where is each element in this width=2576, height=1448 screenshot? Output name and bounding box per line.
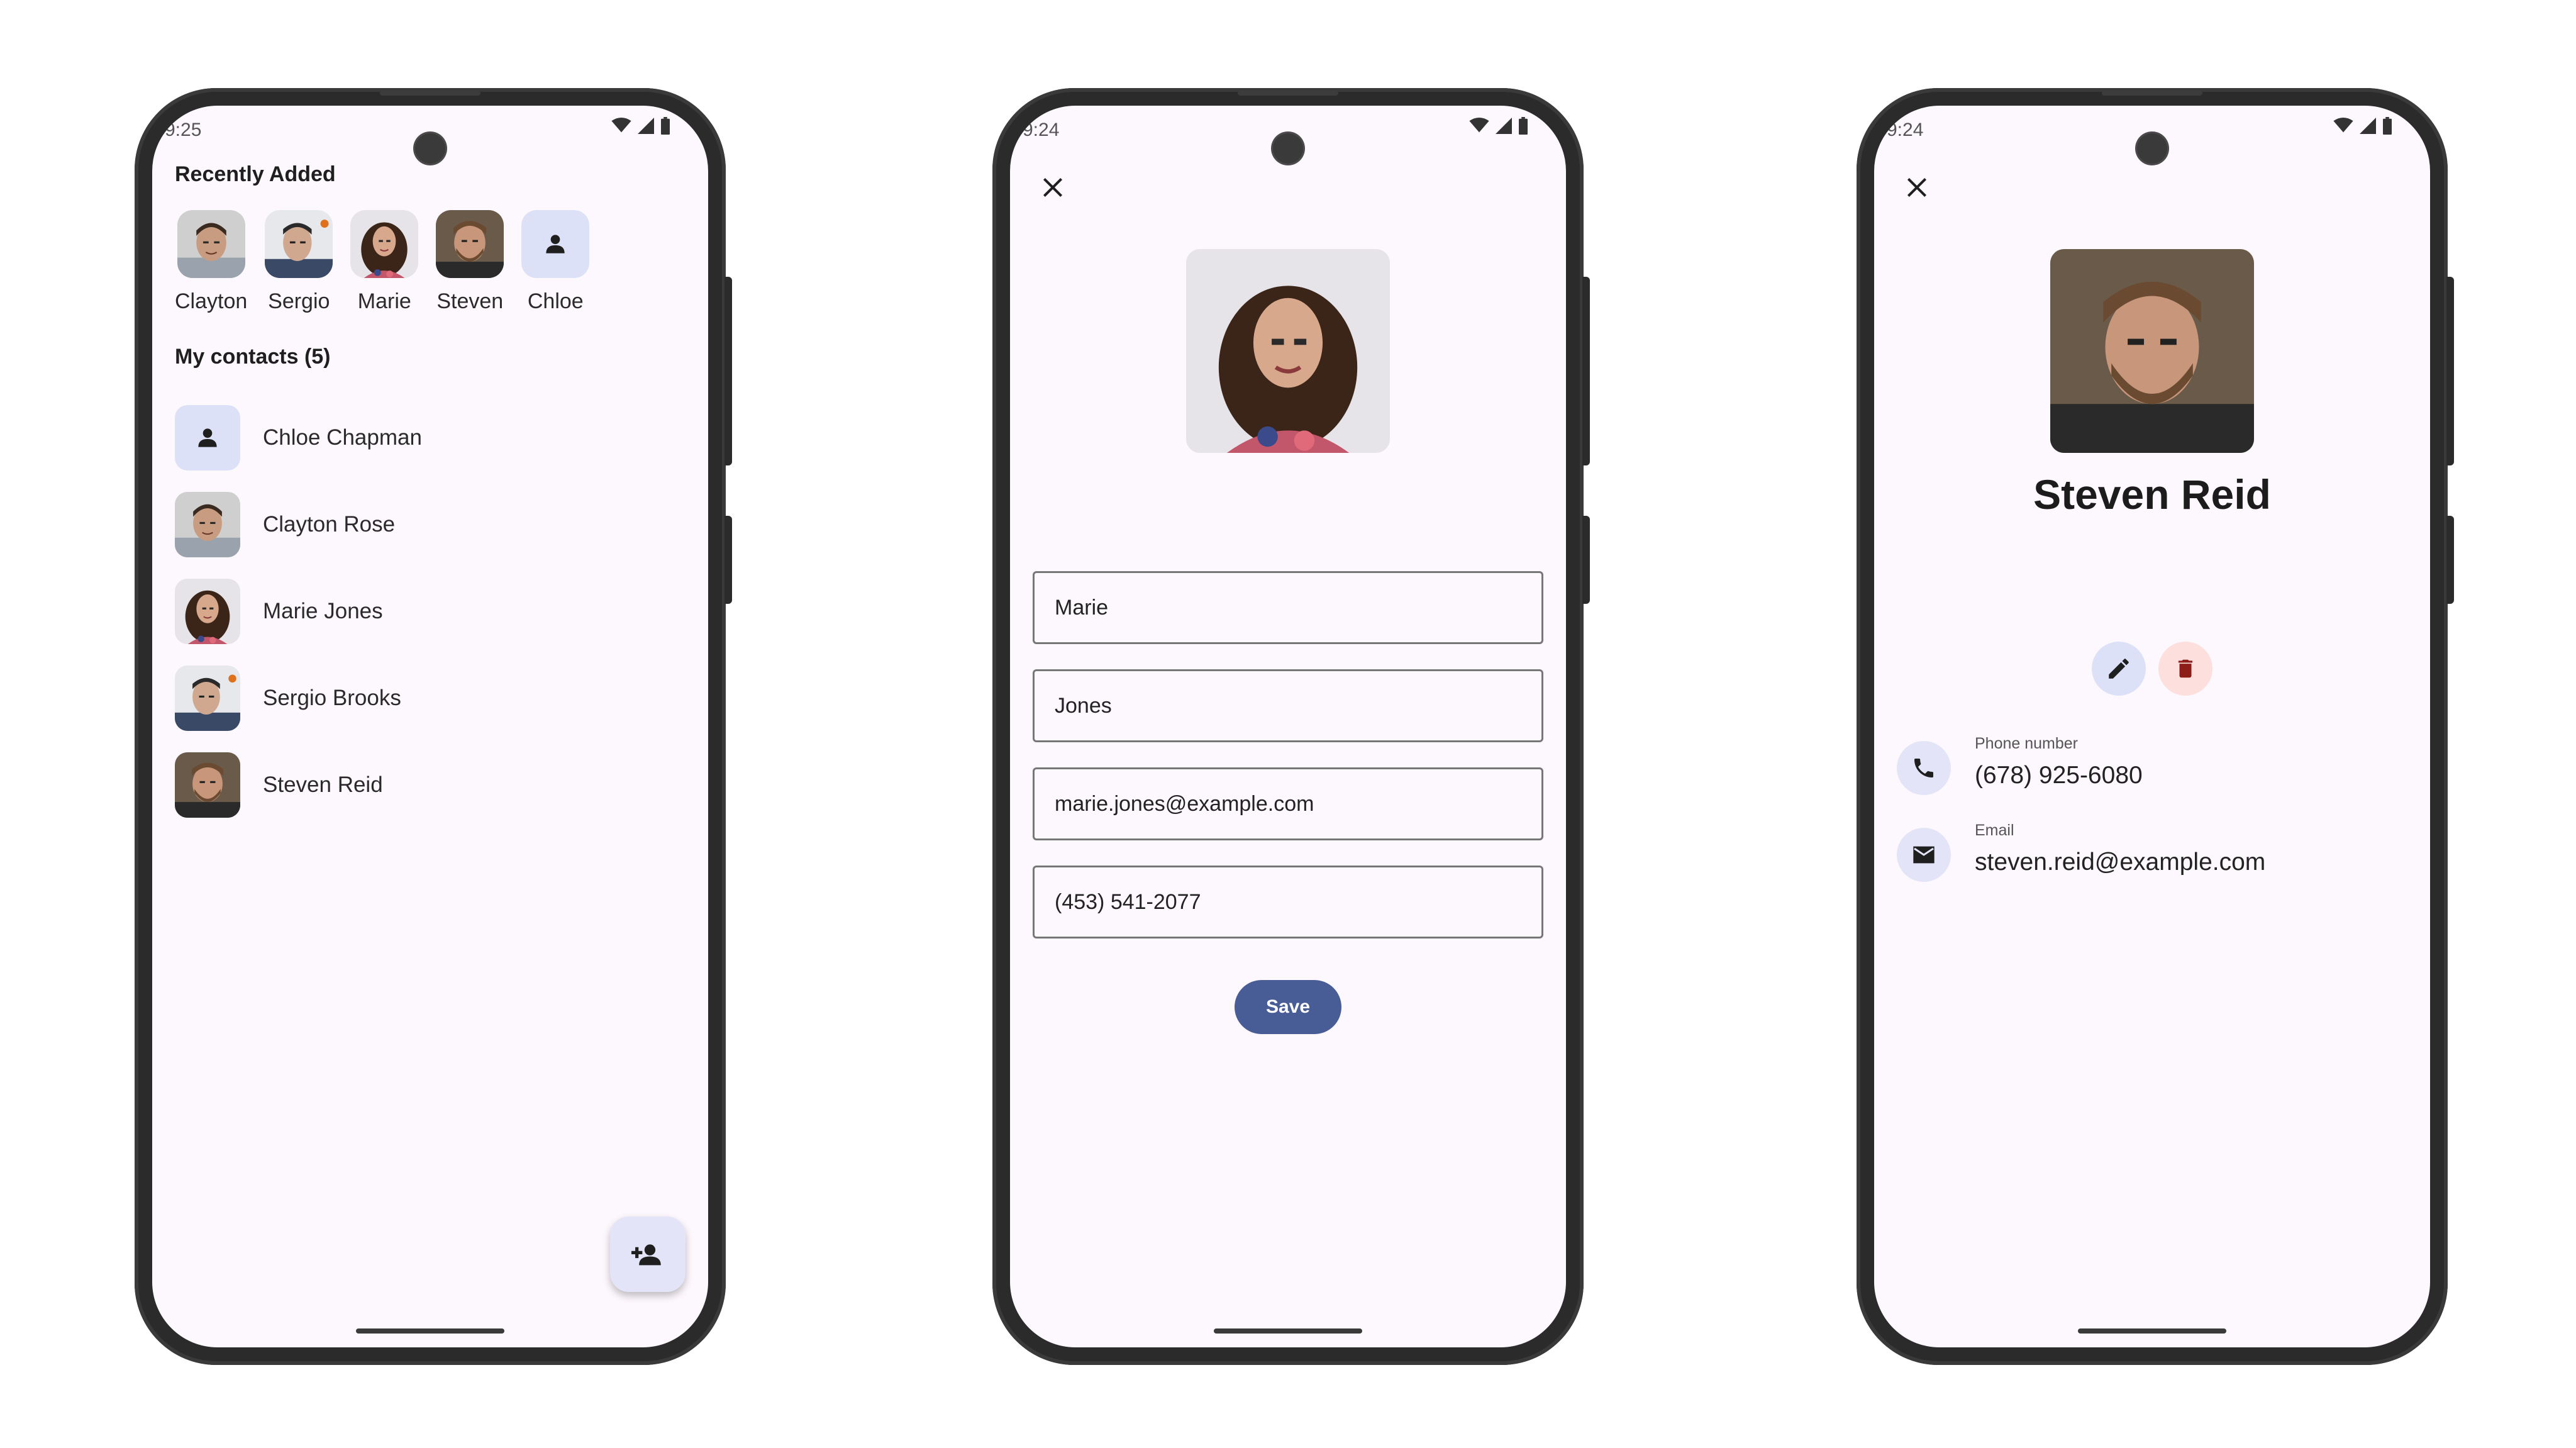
battery-icon bbox=[2383, 117, 2392, 135]
email-row[interactable]: Email steven.reid@example.com bbox=[1897, 821, 2265, 882]
contact-name: Chloe Chapman bbox=[263, 425, 422, 450]
phone-frame-contacts: 9:25 Recently Added Clayton Sergio Marie bbox=[135, 88, 732, 1365]
edit-button[interactable] bbox=[2092, 642, 2146, 696]
screen-contact-detail: 9:24 Steven Reid Phone number (678) 925-… bbox=[1874, 106, 2430, 1347]
delete-button[interactable] bbox=[2158, 642, 2212, 696]
first-name-field[interactable] bbox=[1033, 571, 1543, 644]
save-button[interactable]: Save bbox=[1235, 980, 1341, 1034]
phone-number-row[interactable]: Phone number (678) 925-6080 bbox=[1897, 735, 2143, 795]
avatar bbox=[175, 492, 240, 557]
phone-icon bbox=[1914, 759, 1933, 777]
recently-added-title: Recently Added bbox=[175, 162, 336, 186]
contact-row-sergio-brooks[interactable]: Sergio Brooks bbox=[175, 666, 401, 731]
recently-added-row: Clayton Sergio Marie Steven Chloe bbox=[175, 210, 607, 314]
phone-frame-edit: 9:24 Save bbox=[992, 88, 1590, 1365]
contact-row-marie-jones[interactable]: Marie Jones bbox=[175, 579, 383, 644]
front-camera bbox=[1273, 133, 1303, 164]
screen-contacts: 9:25 Recently Added Clayton Sergio Marie bbox=[152, 106, 708, 1347]
recent-item-chloe[interactable]: Chloe bbox=[521, 210, 590, 314]
close-icon bbox=[1907, 177, 1927, 198]
last-name-field[interactable] bbox=[1033, 669, 1543, 742]
screen-edit-contact: 9:24 Save bbox=[1010, 106, 1566, 1347]
signal-icon bbox=[1496, 118, 1512, 134]
avatar bbox=[350, 210, 418, 278]
avatar-placeholder bbox=[175, 405, 240, 471]
front-camera bbox=[2137, 133, 2167, 164]
avatar bbox=[265, 210, 333, 278]
pencil-icon bbox=[2109, 659, 2129, 679]
contact-row-steven-reid[interactable]: Steven Reid bbox=[175, 752, 383, 818]
avatar bbox=[177, 210, 245, 278]
phone-frame-detail: 9:24 Steven Reid Phone number (678) 925-… bbox=[1857, 88, 2454, 1365]
wifi-icon bbox=[2333, 118, 2353, 133]
contact-name-heading: Steven Reid bbox=[2033, 471, 2271, 518]
wifi-icon bbox=[1469, 118, 1489, 133]
contact-name: Clayton Rose bbox=[263, 512, 396, 537]
avatar bbox=[175, 579, 240, 644]
add-contact-button[interactable] bbox=[610, 1217, 686, 1292]
recent-item-label: Marie bbox=[357, 289, 411, 313]
recent-item-label: Clayton bbox=[175, 289, 248, 313]
front-camera bbox=[415, 133, 445, 164]
home-indicator[interactable] bbox=[1214, 1328, 1362, 1334]
status-time: 9:24 bbox=[1023, 120, 1060, 140]
status-time: 9:25 bbox=[165, 120, 202, 140]
battery-icon bbox=[1519, 117, 1528, 135]
contact-row-clayton-rose[interactable]: Clayton Rose bbox=[175, 492, 395, 557]
contact-name: Sergio Brooks bbox=[263, 686, 401, 710]
recent-item-label: Steven bbox=[436, 289, 504, 313]
avatar-placeholder bbox=[521, 210, 590, 278]
email-icon-wrap bbox=[1897, 828, 1951, 882]
mail-icon bbox=[1913, 846, 1935, 864]
recent-item-clayton[interactable]: Clayton bbox=[175, 210, 247, 314]
contact-photo bbox=[2050, 249, 2254, 453]
close-button[interactable] bbox=[1898, 169, 1936, 206]
person-add-icon bbox=[631, 1244, 661, 1266]
recent-item-label: Chloe bbox=[527, 289, 584, 313]
email-field[interactable] bbox=[1033, 767, 1543, 840]
signal-icon bbox=[2360, 118, 2376, 134]
avatar bbox=[436, 210, 504, 278]
close-icon bbox=[1043, 177, 1063, 198]
contact-row-chloe-chapman[interactable]: Chloe Chapman bbox=[175, 405, 422, 471]
status-time: 9:24 bbox=[1887, 120, 1924, 140]
contact-name: Marie Jones bbox=[263, 599, 383, 623]
wifi-icon bbox=[611, 118, 631, 133]
recent-item-marie[interactable]: Marie bbox=[350, 210, 418, 314]
home-indicator[interactable] bbox=[356, 1328, 504, 1334]
email-value: steven.reid@example.com bbox=[1975, 849, 2266, 876]
close-button[interactable] bbox=[1034, 169, 1072, 206]
home-indicator[interactable] bbox=[2078, 1328, 2226, 1334]
email-caption: Email bbox=[1975, 821, 2014, 839]
trash-icon bbox=[2178, 659, 2193, 678]
contact-name: Steven Reid bbox=[263, 772, 383, 797]
person-icon bbox=[541, 230, 569, 258]
recent-item-sergio[interactable]: Sergio bbox=[265, 210, 333, 314]
phone-number-caption: Phone number bbox=[1975, 735, 2079, 752]
phone-icon-wrap bbox=[1897, 741, 1951, 795]
phone-number-value: (678) 925-6080 bbox=[1975, 762, 2143, 789]
avatar bbox=[175, 666, 240, 731]
my-contacts-title: My contacts (5) bbox=[175, 345, 331, 369]
recent-item-label: Sergio bbox=[268, 289, 330, 313]
person-icon bbox=[194, 424, 221, 452]
recent-item-steven[interactable]: Steven bbox=[436, 210, 504, 314]
status-icons bbox=[1469, 117, 1528, 135]
avatar bbox=[175, 752, 240, 818]
status-icons bbox=[611, 117, 670, 135]
battery-icon bbox=[661, 117, 670, 135]
signal-icon bbox=[638, 118, 654, 134]
contact-photo[interactable] bbox=[1186, 249, 1390, 453]
status-icons bbox=[2333, 117, 2392, 135]
phone-field[interactable] bbox=[1033, 866, 1543, 938]
